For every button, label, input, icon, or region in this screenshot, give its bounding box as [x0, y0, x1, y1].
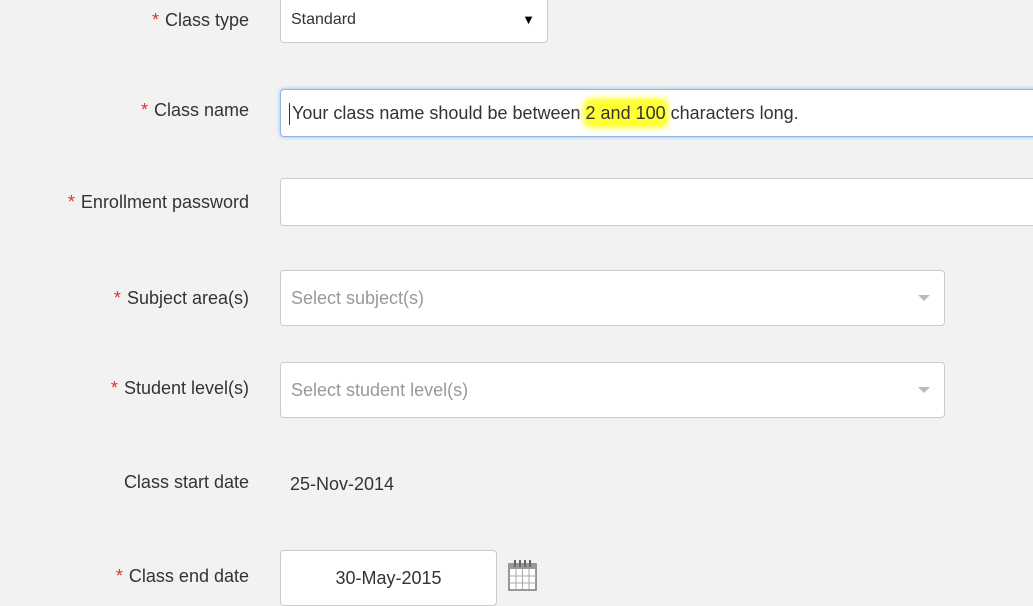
chevron-down-icon	[918, 295, 930, 301]
class-start-date-value: 25-Nov-2014	[290, 474, 395, 494]
enrollment-password-input[interactable]	[280, 178, 1033, 226]
highlighted-text: 2 and 100	[585, 101, 666, 125]
class-name-input[interactable]: Your class name should be between 2 and …	[280, 89, 1033, 137]
class-end-date-input[interactable]: 30-May-2015	[280, 550, 497, 606]
calendar-icon[interactable]	[507, 558, 539, 592]
chevron-down-icon	[918, 387, 930, 393]
class-name-label: * Class name	[140, 100, 249, 120]
dropdown-arrow-icon: ▼	[522, 12, 535, 27]
enrollment-password-label: * Enrollment password	[67, 192, 249, 212]
class-name-value-before: Your class name should be between	[292, 103, 586, 123]
class-type-label: * Class type	[151, 10, 249, 30]
required-asterisk: *	[140, 100, 148, 120]
class-end-date-value: 30-May-2015	[335, 568, 442, 588]
class-type-select[interactable]: Standard ▼	[280, 0, 548, 43]
class-start-date-label: Class start date	[123, 472, 249, 492]
required-asterisk: *	[151, 10, 159, 30]
required-asterisk: *	[110, 378, 118, 398]
student-levels-label: * Student level(s)	[110, 378, 249, 398]
required-asterisk: *	[67, 192, 75, 212]
class-name-value-after: characters long.	[665, 103, 799, 123]
subject-areas-select[interactable]: Select subject(s)	[280, 270, 945, 326]
text-cursor	[289, 103, 290, 126]
required-asterisk: *	[113, 288, 121, 308]
subject-areas-placeholder: Select subject(s)	[291, 288, 425, 308]
class-type-value: Standard	[291, 11, 356, 28]
class-end-date-label: * Class end date	[115, 566, 249, 586]
student-levels-placeholder: Select student level(s)	[291, 380, 469, 400]
subject-areas-label: * Subject area(s)	[113, 288, 249, 308]
student-levels-select[interactable]: Select student level(s)	[280, 362, 945, 418]
required-asterisk: *	[115, 566, 123, 586]
